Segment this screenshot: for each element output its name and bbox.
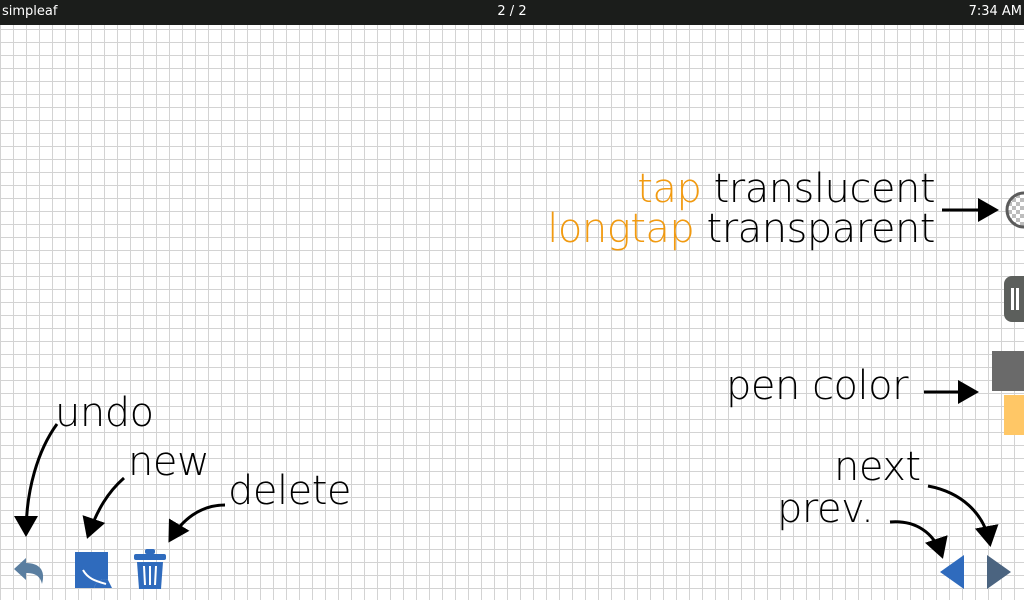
hint-transparent-word: transparent	[706, 206, 936, 252]
hint-new: new	[128, 439, 210, 485]
drawer-handle[interactable]	[1004, 276, 1024, 322]
undo-button[interactable]	[10, 548, 54, 592]
new-page-button[interactable]	[72, 548, 114, 592]
status-bar: simpleaf 2 / 2 7:34 AM	[0, 0, 1024, 25]
transparency-toggle-icon	[1005, 191, 1024, 229]
page-indicator: 2 / 2	[497, 4, 527, 19]
canvas-screen: simpleaf 2 / 2 7:34 AM tap translucent l…	[0, 0, 1024, 600]
prev-page-icon	[940, 555, 964, 589]
new-page-icon	[75, 552, 112, 588]
hint-longtap-transparent: longtap transparent	[547, 206, 935, 252]
hint-undo: undo	[55, 390, 154, 436]
hint-prev: prev.	[777, 486, 874, 532]
pen-color-secondary[interactable]	[1004, 395, 1024, 435]
hint-longtap-word: longtap	[547, 206, 695, 252]
clock: 7:34 AM	[968, 4, 1022, 19]
drawer-handle-icon	[1011, 288, 1014, 310]
delete-button[interactable]	[130, 546, 170, 592]
pen-color-primary[interactable]	[992, 351, 1024, 391]
undo-icon	[14, 558, 44, 584]
transparency-toggle[interactable]	[1004, 190, 1024, 230]
hint-pen-color: pen color	[726, 363, 909, 409]
prev-page-button[interactable]	[938, 552, 966, 592]
hint-next: next	[834, 444, 921, 490]
hint-delete: delete	[228, 468, 352, 514]
trash-icon	[134, 549, 166, 589]
next-page-button[interactable]	[985, 552, 1013, 592]
next-page-icon	[987, 555, 1011, 589]
